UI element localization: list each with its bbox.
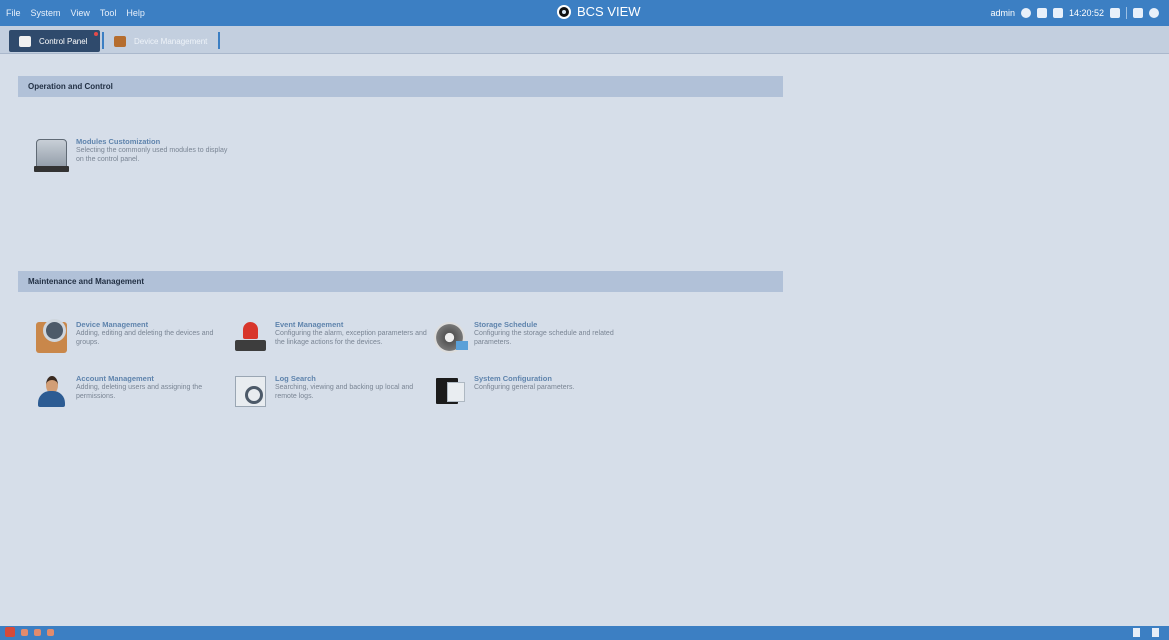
module-text: System Configuration Configuring general…: [474, 374, 574, 407]
module-description: Configuring general parameters.: [474, 384, 575, 391]
module-account-management[interactable]: Account Management Adding, deleting user…: [36, 374, 231, 407]
module-description: Configuring the alarm, exception paramet…: [275, 330, 427, 346]
app-title: BCS VIEW: [557, 4, 641, 19]
username[interactable]: admin: [990, 8, 1015, 18]
module-modules-customization[interactable]: Modules Customization Selecting the comm…: [34, 137, 231, 172]
status-area: admin 14:20:52: [990, 0, 1159, 26]
bottom-bar: [0, 626, 1169, 640]
tab-control-panel[interactable]: Control Panel: [9, 30, 100, 52]
lock-icon[interactable]: [1020, 8, 1031, 18]
network-icon[interactable]: [1052, 8, 1063, 18]
menu-help[interactable]: Help: [126, 8, 145, 18]
module-system-configuration[interactable]: System Configuration Configuring general…: [434, 374, 629, 407]
module-description: Configuring the storage schedule and rel…: [474, 330, 614, 346]
module-title[interactable]: Log Search: [275, 374, 430, 383]
module-text: Storage Schedule Configuring the storage…: [474, 320, 629, 353]
user-account-icon: [36, 376, 67, 407]
module-title[interactable]: Storage Schedule: [474, 320, 629, 329]
clock: 14:20:52: [1068, 8, 1104, 18]
menu-bar: File System View Tool Help BCS VIEW admi…: [0, 0, 1169, 26]
device-management-icon: [36, 319, 67, 353]
tab-divider: [218, 32, 220, 49]
module-log-search[interactable]: Log Search Searching, viewing and backin…: [235, 374, 430, 407]
expand-icon[interactable]: [1133, 628, 1140, 637]
module-text: Device Management Adding, editing and de…: [76, 320, 231, 353]
lock-screen-icon[interactable]: [1110, 8, 1120, 18]
event-alarm-icon: [235, 322, 266, 353]
module-device-management[interactable]: Device Management Adding, editing and de…: [36, 319, 231, 353]
bottom-left-icons: [5, 627, 54, 637]
section-title: Operation and Control: [28, 82, 113, 91]
module-text: Event Management Configuring the alarm, …: [275, 320, 430, 353]
module-event-management[interactable]: Event Management Configuring the alarm, …: [235, 320, 430, 353]
module-title[interactable]: Account Management: [76, 374, 231, 383]
module-description: Adding, editing and deleting the devices…: [76, 330, 214, 346]
module-description: Adding, deleting users and assigning the…: [76, 384, 203, 400]
section-maintenance-and-management: Maintenance and Management: [18, 271, 783, 292]
menu-system[interactable]: System: [31, 8, 61, 18]
warning-icon[interactable]: [21, 628, 28, 636]
home-icon: [19, 35, 31, 47]
modules-icon: [34, 139, 69, 172]
power-icon[interactable]: [1149, 8, 1159, 18]
log-search-icon: [235, 376, 266, 407]
bottom-right-icons: [1133, 628, 1159, 637]
tab-label: Control Panel: [39, 36, 88, 46]
tab-close-icon[interactable]: [94, 32, 98, 36]
app-logo-icon: [557, 4, 571, 19]
menu-view[interactable]: View: [71, 8, 90, 18]
module-title[interactable]: System Configuration: [474, 374, 574, 383]
minimize-icon[interactable]: [1133, 8, 1143, 18]
menu-icon[interactable]: [1152, 628, 1159, 637]
module-description: Selecting the commonly used modules to d…: [76, 147, 228, 163]
app-title-text: BCS VIEW: [577, 4, 641, 19]
menu-file[interactable]: File: [6, 8, 21, 18]
module-text: Modules Customization Selecting the comm…: [76, 137, 231, 170]
tab-device-management[interactable]: Device Management: [104, 30, 220, 52]
device-icon: [114, 35, 126, 47]
section-title: Maintenance and Management: [28, 277, 145, 286]
system-config-icon: [434, 376, 465, 407]
pin-icon[interactable]: [47, 628, 54, 636]
module-title[interactable]: Event Management: [275, 320, 430, 329]
module-text: Log Search Searching, viewing and backin…: [275, 374, 430, 407]
menu-tool[interactable]: Tool: [100, 8, 117, 18]
separator: [1126, 7, 1127, 19]
alarm-icon[interactable]: [5, 627, 15, 637]
storage-reel-icon: [434, 322, 468, 353]
tab-bar: Control Panel Device Management: [0, 26, 1169, 54]
module-storage-schedule[interactable]: Storage Schedule Configuring the storage…: [434, 320, 629, 353]
cpu-icon[interactable]: [1036, 8, 1047, 18]
grid-icon[interactable]: [34, 628, 41, 636]
module-text: Account Management Adding, deleting user…: [76, 374, 231, 407]
section-operation-and-control: Operation and Control: [18, 76, 783, 97]
module-title[interactable]: Device Management: [76, 320, 231, 329]
menu-list: File System View Tool Help: [6, 0, 145, 26]
tab-label: Device Management: [134, 36, 208, 46]
module-title[interactable]: Modules Customization: [76, 137, 231, 146]
module-description: Searching, viewing and backing up local …: [275, 384, 414, 400]
